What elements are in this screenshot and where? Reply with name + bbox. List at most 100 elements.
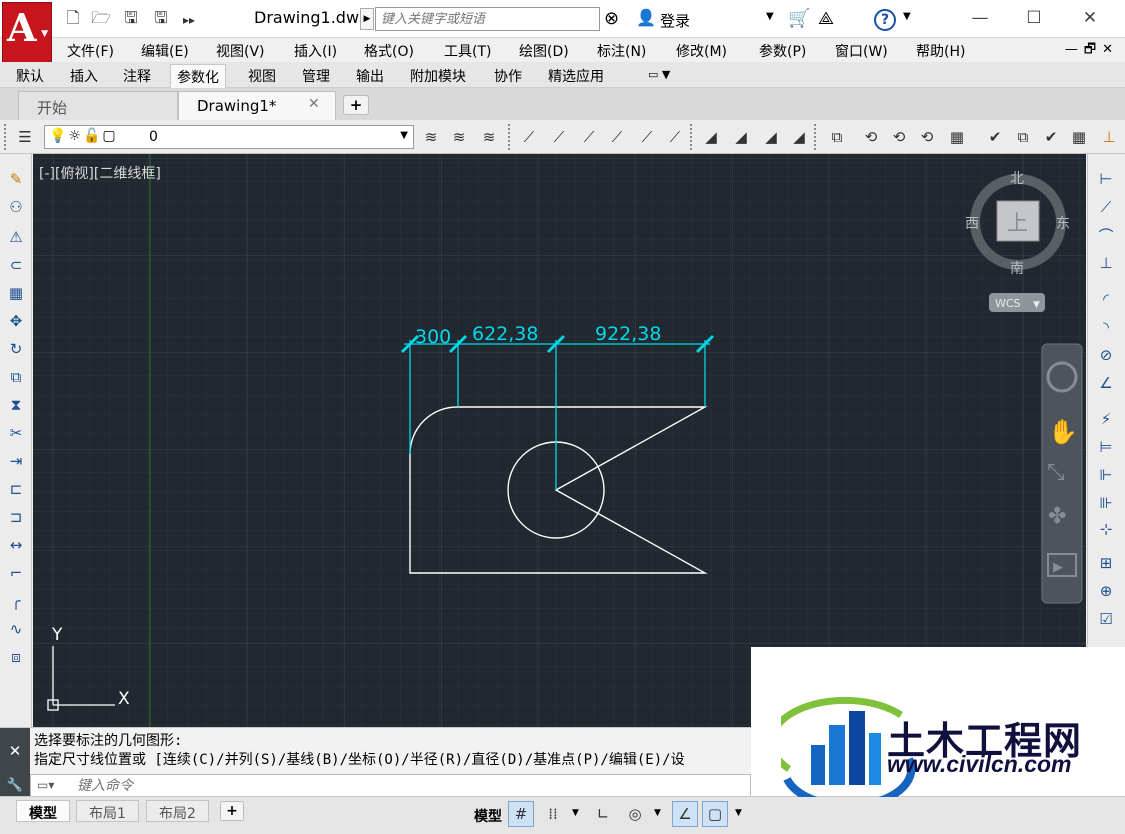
new-tab-button[interactable]: + [343,95,369,115]
menu-tools[interactable]: 工具(T) [444,41,491,61]
ordinate-dimension-icon[interactable]: ⊥ [1094,252,1118,274]
dimension-text-300[interactable]: 300 [415,326,451,348]
close-button[interactable]: ✕ [1070,4,1110,32]
constraint-visibility-icon[interactable]: ◢ [788,126,810,148]
jogged-dimension-icon[interactable]: ◝ [1094,316,1118,338]
dimension-break-icon[interactable]: ⊹ [1094,518,1118,540]
tab-insert[interactable]: 插入 [70,66,98,86]
break-icon[interactable]: ⊐ [5,506,27,528]
chevron-down-icon[interactable]: ▼ [735,808,742,818]
close-tab-icon[interactable]: ✕ [308,96,320,112]
linear-dimension-icon[interactable]: ⊢ [1094,168,1118,190]
mdi-window-controls[interactable]: —🗗✕ [1065,40,1119,62]
geometric-constraint-icon[interactable]: ⟋ [578,126,600,148]
geometric-constraint-icon[interactable]: ⟋ [518,126,540,148]
constraint-visibility-icon[interactable]: ◢ [700,126,722,148]
layer-properties-icon[interactable]: ☰ [14,126,36,148]
menu-edit[interactable]: 编辑(E) [141,41,189,61]
customize-wrench-icon[interactable]: 🔧 [0,774,30,797]
dimension-constraint-icon[interactable]: ⟲ [888,126,910,148]
a360-connect-icon[interactable]: ⟁ [818,8,834,29]
menu-insert[interactable]: 插入(I) [294,41,337,61]
drawing-area[interactable]: 300 622,38 922,38 Y X 上 北 南 西 东 WCS ▼ ✋ … [33,154,1086,727]
ribbon-toggle-icon[interactable]: ▭ ▼ [648,68,670,81]
binoculars-icon[interactable]: ⊗ [604,8,619,29]
arc-length-icon[interactable]: ⌒ [1094,224,1118,246]
menu-draw[interactable]: 绘图(D) [519,41,569,61]
tolerance-icon[interactable]: ⊞ [1094,552,1118,574]
drawing-canvas[interactable]: 300 622,38 922,38 Y X 上 北 南 西 东 WCS ▼ ✋ … [33,154,1086,727]
menu-format[interactable]: 格式(O) [364,41,414,61]
rotate-icon[interactable]: ↻ [5,338,27,360]
ortho-mode-icon[interactable]: ∟ [590,801,616,827]
layout-tab-layout1[interactable]: 布局1 [76,800,139,822]
isometric-drafting-icon[interactable]: ∠ [672,801,698,827]
toolbar-grip[interactable] [4,124,8,150]
compass-east[interactable]: 东 [1056,216,1070,232]
tab-view[interactable]: 视图 [248,66,276,86]
extend-icon[interactable]: ⇥ [5,450,27,472]
mirror-icon[interactable]: ⚠ [5,226,27,248]
compass-west[interactable]: 西 [965,216,979,232]
tab-output[interactable]: 输出 [356,66,384,86]
diameter-dimension-icon[interactable]: ⊘ [1094,344,1118,366]
new-file-icon[interactable]: 🗋 [62,8,84,31]
erase-icon[interactable]: ✎ [5,168,27,190]
constraint-visibility-icon[interactable]: ◢ [730,126,752,148]
chamfer-icon[interactable]: ⌐ [5,562,27,584]
tab-start[interactable]: 开始 [18,91,178,120]
aligned-dimension-icon[interactable]: ⟋ [1094,196,1118,218]
parameters-manager-icon[interactable]: ▦ [946,126,968,148]
geometric-constraint-icon[interactable]: ⟋ [548,126,570,148]
baseline-dimension-icon[interactable]: ⊨ [1094,436,1118,458]
dimension-space-icon[interactable]: ⊪ [1094,492,1118,514]
chevron-down-icon[interactable]: ▼ [654,808,661,818]
model-space-button[interactable]: 模型 [474,806,502,826]
constraint-settings-icon[interactable]: ⧉ [1012,126,1034,148]
toolbar-grip[interactable] [814,124,818,150]
scale-icon[interactable]: ⧉ [5,366,27,388]
tab-default[interactable]: 默认 [16,66,44,86]
layer-dropdown[interactable]: 💡☼🔓▢ 0 ▼ [44,125,414,149]
close-icon[interactable]: ✕ [0,728,30,774]
layout-tab-layout2[interactable]: 布局2 [146,800,209,822]
application-menu-button[interactable]: A ▼ [2,2,52,64]
menu-modify[interactable]: 修改(M) [676,41,727,61]
compass-north[interactable]: 北 [1010,171,1024,187]
search-input[interactable] [375,7,600,31]
menu-dimension[interactable]: 标注(N) [597,41,646,61]
dimension-constraint-icon[interactable]: ⟲ [860,126,882,148]
menu-parametric[interactable]: 参数(P) [759,41,806,61]
copy-icon[interactable]: ⚇ [5,196,27,218]
radius-dimension-icon[interactable]: ◜ [1094,288,1118,310]
layer-previous-icon[interactable]: ≋ [448,126,470,148]
continue-dimension-icon[interactable]: ⊩ [1094,464,1118,486]
quick-dimension-icon[interactable]: ⚡ [1094,408,1118,430]
orbit-icon[interactable]: ✤ [1048,504,1066,529]
help-dropdown-icon[interactable]: ▼ [903,11,911,22]
dimension-text-622[interactable]: 622,38 [472,323,538,345]
new-layout-button[interactable]: + [220,801,244,821]
center-mark-icon[interactable]: ⊕ [1094,580,1118,602]
snap-mode-icon[interactable]: ⁞⁞ [540,801,566,827]
toolbar-grip[interactable] [508,124,512,150]
menu-window[interactable]: 窗口(W) [835,41,888,61]
tab-featured-apps[interactable]: 精选应用 [548,66,604,86]
table-icon[interactable]: ▦ [1068,126,1090,148]
tab-addins[interactable]: 附加模块 [410,66,466,86]
move-icon[interactable]: ✥ [5,310,27,332]
zoom-extents-icon[interactable]: ⤡ [1047,460,1065,485]
constraint-settings-icon[interactable]: ✔ [984,126,1006,148]
join-icon[interactable]: ↔ [5,534,27,556]
grid-display-icon[interactable]: # [508,801,534,827]
object-snap-tracking-icon[interactable]: ▢ [702,801,728,827]
help-icon[interactable]: ? [874,9,896,31]
more-tools-icon[interactable]: ▸▸ [178,9,200,31]
maximize-button[interactable]: ☐ [1014,4,1054,32]
login-link[interactable]: 登录 [660,10,690,31]
tab-parametric[interactable]: 参数化 [170,64,226,89]
layer-state-manager-icon[interactable]: ≋ [478,126,500,148]
save-as-icon[interactable]: 🖫 [150,8,172,31]
dimension-constraint-icon[interactable]: ⟲ [916,126,938,148]
dimension-text-922[interactable]: 922,38 [595,323,661,345]
